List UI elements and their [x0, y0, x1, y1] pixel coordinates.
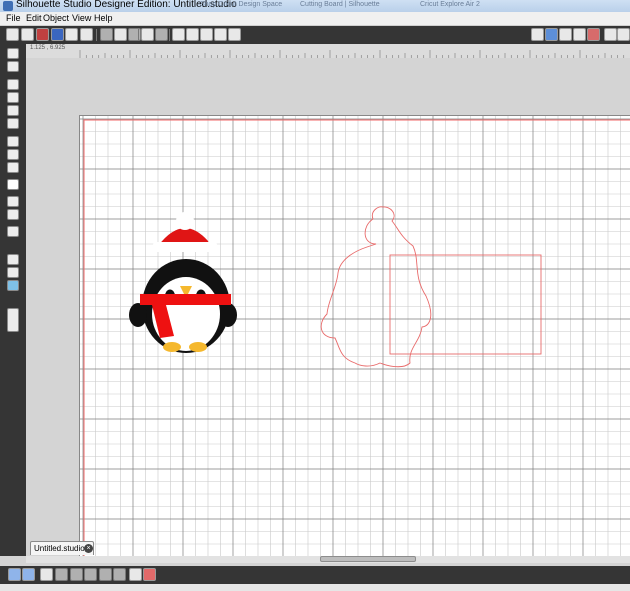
open-icon[interactable] [21, 28, 34, 41]
library-icon[interactable] [7, 254, 19, 265]
menu-view[interactable]: View [72, 12, 91, 25]
select-tool-icon[interactable] [7, 48, 19, 59]
fit-to-page-icon[interactable] [228, 28, 241, 41]
release-compound-icon[interactable] [143, 568, 156, 581]
penguin-right-foot [189, 342, 207, 352]
cutting-mat-page[interactable] [79, 115, 630, 557]
flip-icon[interactable] [84, 568, 97, 581]
toolbar-divider [96, 29, 97, 41]
document-tab-label: Untitled.studio [34, 544, 85, 553]
tool-panel [0, 44, 26, 556]
save-icon[interactable] [36, 28, 49, 41]
title-bar: Silhouette Studio Designer Edition: Unti… [0, 0, 630, 12]
bottom-toolbar [0, 566, 630, 584]
line-color-icon[interactable] [545, 28, 558, 41]
select-all-icon[interactable] [8, 568, 21, 581]
paste-icon[interactable] [128, 28, 141, 41]
document-tab[interactable]: Untitled.studio × [30, 541, 94, 555]
background-tab-3[interactable]: Cricut Explore Air 2 [420, 1, 480, 8]
line-style-icon[interactable] [559, 28, 572, 41]
curve-tool-icon[interactable] [7, 149, 19, 160]
menu-help[interactable]: Help [94, 12, 113, 25]
zoom-out-icon[interactable] [186, 28, 199, 41]
penguin-cut-outline[interactable] [320, 206, 432, 368]
page-drawing [80, 116, 630, 557]
redo-icon[interactable] [155, 28, 168, 41]
eraser-tool-icon[interactable] [7, 196, 19, 207]
text-box-outline[interactable] [389, 254, 542, 355]
status-bar [0, 584, 630, 591]
edit-points-tool-icon[interactable] [7, 61, 19, 72]
toolbar-divider [169, 29, 170, 41]
main-toolbar [0, 26, 630, 44]
online-store-icon[interactable] [7, 280, 19, 291]
send-back-icon[interactable] [113, 568, 126, 581]
penguin-left-foot [163, 342, 181, 352]
santa-hat-brim [152, 242, 218, 252]
cut-icon[interactable] [100, 28, 113, 41]
undo-icon[interactable] [141, 28, 154, 41]
bring-forward-icon[interactable] [99, 568, 112, 581]
group-icon[interactable] [22, 568, 35, 581]
penguin-left-wing [129, 303, 147, 327]
toolbar-divider [138, 29, 139, 41]
store-icon[interactable] [7, 267, 19, 278]
page-panel-icon[interactable] [7, 308, 19, 332]
print-icon[interactable] [65, 28, 78, 41]
weld-icon[interactable] [129, 568, 142, 581]
more-panel-icon[interactable] [617, 28, 630, 41]
app-icon [3, 1, 13, 11]
line-tool-icon[interactable] [7, 79, 19, 90]
rounded-rectangle-tool-icon[interactable] [7, 105, 19, 116]
zoom-in-icon[interactable] [172, 28, 185, 41]
close-tab-icon[interactable]: × [84, 544, 93, 553]
ellipse-tool-icon[interactable] [7, 118, 19, 129]
penguin-right-wing [219, 303, 237, 327]
top-ruler: 1.125 , 6.925 [26, 44, 630, 59]
ruler-ticks [79, 50, 625, 58]
send-to-silhouette-icon[interactable] [80, 28, 93, 41]
rotate-icon[interactable] [70, 568, 83, 581]
menu-file[interactable]: File [6, 12, 21, 25]
new-icon[interactable] [6, 28, 19, 41]
polygon-tool-icon[interactable] [7, 136, 19, 147]
delete-icon[interactable] [55, 568, 68, 581]
cut-style-icon[interactable] [587, 28, 600, 41]
zoom-select-icon[interactable] [200, 28, 213, 41]
penguin-scarf [140, 294, 231, 305]
paint-tool-icon[interactable] [7, 226, 19, 237]
freehand-tool-icon[interactable] [7, 162, 19, 173]
horizontal-scrollbar-thumb[interactable] [320, 556, 416, 562]
menu-bar: File Edit Object View Help [0, 12, 630, 26]
santa-hat-pompom [176, 212, 194, 230]
duplicate-icon[interactable] [40, 568, 53, 581]
fill-icon[interactable] [531, 28, 544, 41]
menu-edit[interactable]: Edit [26, 12, 42, 25]
background-tab-1[interactable]: Shop Cricut Design Space [200, 1, 282, 8]
pan-icon[interactable] [214, 28, 227, 41]
align-icon[interactable] [604, 28, 617, 41]
knife-tool-icon[interactable] [7, 209, 19, 220]
background-tab-2[interactable]: Cutting Board | Silhouette [300, 1, 380, 8]
grid-icon[interactable] [573, 28, 586, 41]
copy-icon[interactable] [114, 28, 127, 41]
document-tab-bar: Untitled.studio × [26, 540, 630, 556]
menu-object[interactable]: Object [43, 12, 69, 25]
rectangle-tool-icon[interactable] [7, 92, 19, 103]
text-tool-icon[interactable] [7, 179, 19, 190]
save-as-icon[interactable] [51, 28, 64, 41]
